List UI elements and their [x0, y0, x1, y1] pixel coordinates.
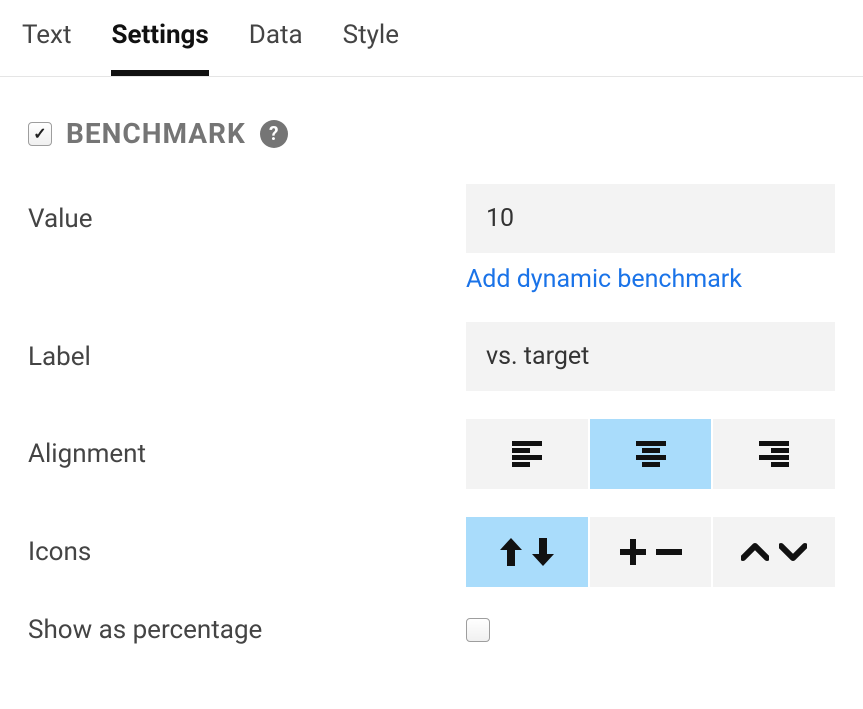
section-title: BENCHMARK — [66, 117, 246, 150]
alignment-group — [466, 419, 835, 489]
section-header: BENCHMARK ? — [28, 117, 835, 150]
label-input[interactable] — [466, 322, 835, 391]
minus-icon — [656, 539, 682, 565]
icons-label: Icons — [28, 537, 466, 567]
tab-settings[interactable]: Settings — [111, 20, 208, 76]
alignment-label: Alignment — [28, 439, 466, 469]
value-label: Value — [28, 204, 466, 234]
align-left-button[interactable] — [466, 419, 588, 489]
arrow-up-icon — [500, 538, 522, 566]
align-right-icon — [759, 441, 789, 467]
align-center-button[interactable] — [590, 419, 712, 489]
icons-row: Icons — [28, 517, 835, 587]
help-icon[interactable]: ? — [260, 120, 288, 148]
chevron-down-icon — [779, 543, 807, 561]
icons-group — [466, 517, 835, 587]
label-row: Label — [28, 322, 835, 391]
value-input[interactable] — [466, 184, 835, 253]
plus-icon — [620, 539, 646, 565]
align-right-button[interactable] — [713, 419, 835, 489]
icons-plusminus-button[interactable] — [590, 517, 712, 587]
tab-style[interactable]: Style — [343, 20, 399, 76]
tab-bar: Text Settings Data Style — [0, 0, 863, 77]
tab-text[interactable]: Text — [22, 20, 71, 76]
show-pct-checkbox[interactable] — [466, 618, 490, 642]
align-center-icon — [636, 441, 666, 467]
show-pct-label: Show as percentage — [28, 615, 466, 645]
tab-data[interactable]: Data — [249, 20, 303, 76]
icons-chevrons-button[interactable] — [713, 517, 835, 587]
chevron-up-icon — [741, 543, 769, 561]
align-left-icon — [512, 441, 542, 467]
icons-arrows-button[interactable] — [466, 517, 588, 587]
arrow-down-icon — [532, 538, 554, 566]
dynamic-benchmark-row: Add dynamic benchmark — [28, 265, 835, 294]
value-row: Value — [28, 184, 835, 253]
benchmark-enable-checkbox[interactable] — [28, 122, 52, 146]
show-pct-row: Show as percentage — [28, 615, 835, 645]
benchmark-section: BENCHMARK ? Value Add dynamic benchmark … — [0, 77, 863, 645]
alignment-row: Alignment — [28, 419, 835, 489]
label-label: Label — [28, 342, 466, 372]
add-dynamic-benchmark-link[interactable]: Add dynamic benchmark — [466, 265, 742, 294]
